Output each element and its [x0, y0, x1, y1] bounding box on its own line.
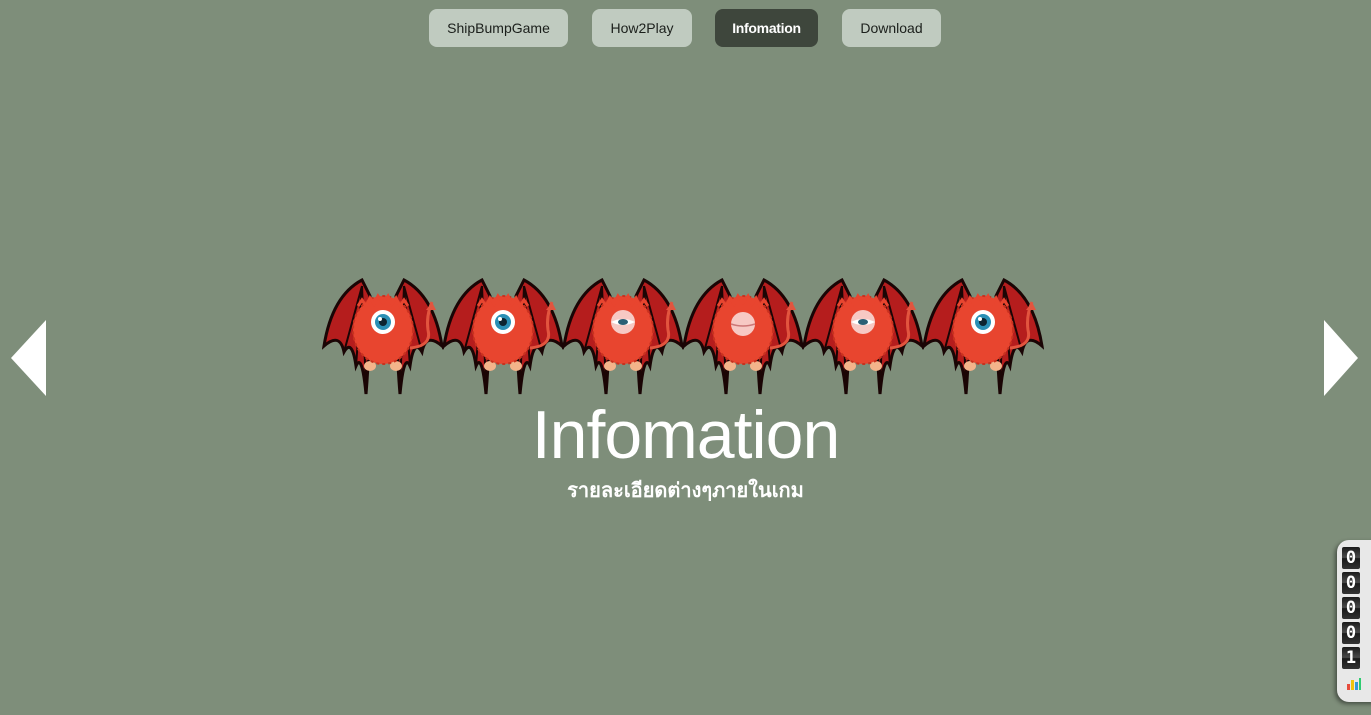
nav-label: Download: [860, 20, 923, 36]
nav-shipbumpgame-button[interactable]: ShipBumpGame: [429, 9, 568, 47]
counter-digit: 0: [1342, 547, 1360, 569]
next-slide-button[interactable]: [1323, 320, 1359, 396]
winged-monster-open-eye: [441, 276, 565, 400]
nav-label: Infomation: [732, 20, 801, 36]
page-subtitle: รายละเอียดต่างๆภายในเกม: [567, 480, 804, 502]
winged-monster-icon: [801, 277, 925, 395]
counter-digit: 0: [1342, 622, 1360, 644]
nav-how2play-button[interactable]: How2Play: [592, 9, 692, 47]
bar-chart-icon: [1347, 678, 1361, 690]
left-triangle-arrow-icon: [11, 320, 46, 396]
winged-monster-icon: [441, 277, 565, 395]
winged-monster-icon: [681, 277, 805, 395]
prev-slide-button[interactable]: [11, 320, 47, 396]
winged-monster-open-eye: [321, 276, 445, 400]
page-title: Infomation: [531, 397, 841, 473]
winged-monster-icon: [321, 277, 445, 395]
counter-digit: 0: [1342, 597, 1360, 619]
counter-digit: 0: [1342, 572, 1360, 594]
winged-monster-squint-eye: [801, 276, 925, 400]
right-triangle-arrow-icon: [1324, 320, 1358, 396]
nav-label: How2Play: [610, 20, 674, 36]
winged-monster-icon: [561, 277, 685, 395]
counter-digit: 1: [1342, 647, 1360, 669]
monster-row: [321, 276, 1046, 400]
winged-monster-icon: [921, 277, 1045, 395]
page: ShipBumpGame How2Play Infomation Downloa…: [0, 0, 1371, 715]
winged-monster-squint-eye: [561, 276, 685, 400]
winged-monster-open-eye: [921, 276, 1045, 400]
nav-download-button[interactable]: Download: [842, 9, 941, 47]
winged-monster-closed-eye: [681, 276, 805, 400]
nav-infomation-button[interactable]: Infomation: [715, 9, 818, 47]
hit-counter[interactable]: 0 0 0 0 1: [1337, 540, 1371, 702]
top-nav: ShipBumpGame How2Play Infomation Downloa…: [0, 9, 1371, 47]
nav-label: ShipBumpGame: [447, 20, 550, 36]
